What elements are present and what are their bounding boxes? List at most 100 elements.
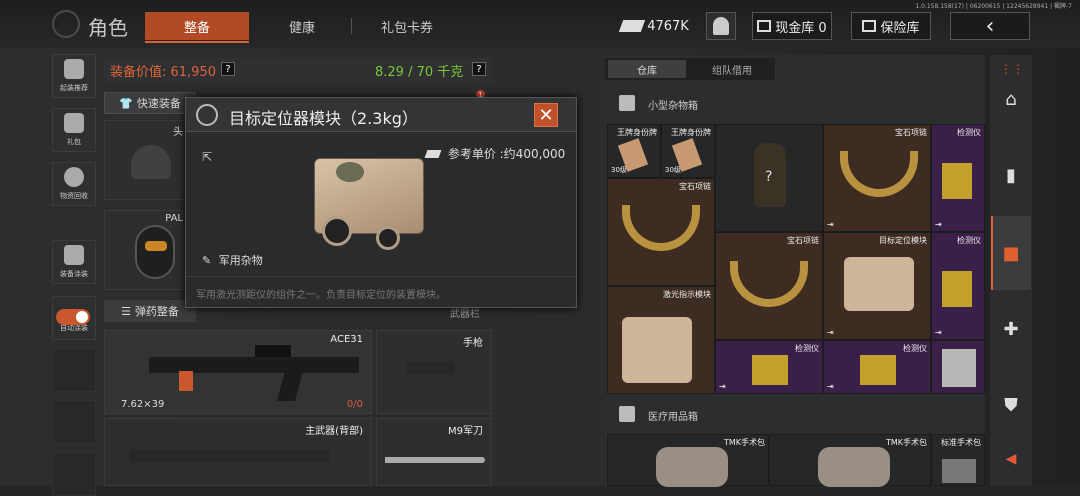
knife-icon <box>385 457 485 463</box>
surgery-kit-icon <box>818 447 890 487</box>
box-icon[interactable]: ■ <box>996 238 1026 268</box>
storage-item[interactable]: 宝石项链 ⇥ <box>823 124 931 232</box>
module-lens <box>322 216 352 246</box>
medkit-icon[interactable]: ✚ <box>996 314 1026 344</box>
share-icon[interactable]: ⇱ <box>202 150 212 164</box>
tab-equip[interactable]: 整备 <box>145 12 249 43</box>
storage-item-unknown[interactable]: ? <box>715 124 823 232</box>
exit-icon: ⇥ <box>827 220 834 229</box>
storage-item[interactable] <box>931 340 985 394</box>
detector-icon <box>942 271 972 307</box>
storage-item[interactable]: 宝石项链 <box>607 178 715 286</box>
back-icon: ‹ <box>985 13 995 39</box>
tab-gift[interactable]: 礼包卡券 <box>352 12 462 40</box>
avatar-button[interactable] <box>706 12 736 40</box>
weapon-ammo-count: 0/0 <box>346 399 363 410</box>
tab-health[interactable]: 健康 <box>255 12 349 40</box>
gas-mask-label: PAL <box>165 213 183 224</box>
storage-item[interactable]: 检测仪 ⇥ <box>931 124 985 232</box>
exit-icon: ⇥ <box>827 382 834 391</box>
tab-team-borrow[interactable]: 组队借用 <box>690 60 774 78</box>
section-title: 小型杂物箱 <box>648 101 698 112</box>
item-name: TMK手术包 <box>885 438 927 447</box>
quick-equip-label: 快速装备 <box>136 97 181 110</box>
globe-icon <box>52 10 80 38</box>
tab-warehouse[interactable]: 仓库 <box>608 60 686 78</box>
magazine-icon[interactable]: ▮ <box>996 160 1026 190</box>
pistol-icon <box>407 361 455 375</box>
rifle-magazine <box>179 371 193 391</box>
exit-icon: ⇥ <box>935 328 942 337</box>
quick-equip-button[interactable]: 👕 快速装备 <box>104 92 196 114</box>
detector-icon <box>942 163 972 199</box>
cash-vault-button[interactable]: 现金库 0 <box>752 12 832 40</box>
unknown-icon: ? <box>765 169 773 185</box>
gift-label: 礼包 <box>67 138 81 146</box>
safe-label: 保险库 <box>880 20 920 36</box>
back-weapon-slot[interactable]: 主武器(背部) <box>104 418 372 486</box>
necklace-icon <box>840 151 918 197</box>
knife-label: M9军刀 <box>448 426 483 437</box>
loadout-label: 起装推荐 <box>60 84 88 92</box>
close-button[interactable]: ✕ <box>534 103 558 127</box>
storage-item[interactable]: 检测仪 ⇥ <box>931 232 985 340</box>
home-icon[interactable]: ⌂ <box>996 84 1026 114</box>
filter-icon[interactable]: ⋮⋮ <box>1000 62 1024 76</box>
ammo-loadout-button[interactable]: ☰ 弹药整备 <box>104 300 196 322</box>
value-help-icon[interactable]: ? <box>221 62 235 76</box>
gas-mask-slot[interactable]: PAL <box>104 210 188 290</box>
helmet-slot-label: 头 <box>173 127 183 138</box>
item-name: 标准手术包 <box>941 438 981 447</box>
item-category: ✎ 军用杂物 <box>202 252 263 268</box>
knife-slot[interactable]: M9军刀 <box>376 418 492 486</box>
version-text: 1.0.158.158(17) | 06200615 | 12245628941… <box>915 3 1072 10</box>
auto-paint-toggle[interactable] <box>56 309 90 325</box>
storage-item[interactable]: 宝石项链 <box>715 232 823 340</box>
item-name: 宝石项链 <box>895 128 927 137</box>
empty-sidebar-slot <box>52 348 96 392</box>
weight-help-icon[interactable]: ? <box>472 62 486 76</box>
back-button[interactable]: ‹ <box>950 12 1030 40</box>
primary-weapon-slot[interactable]: ACE31 7.62×39 0/0 <box>104 330 372 414</box>
recycle-icon <box>64 167 84 187</box>
storage-item[interactable]: TMK手术包 <box>607 434 769 487</box>
recycle-label: 物资回收 <box>60 192 88 200</box>
pistol-slot[interactable]: 手枪 <box>376 330 492 414</box>
gift-button[interactable]: 礼包 <box>52 108 96 152</box>
rifle-scope <box>255 345 291 357</box>
storage-item[interactable]: 激光指示模块 <box>607 286 715 394</box>
recycle-button[interactable]: 物资回收 <box>52 162 96 206</box>
storage-item[interactable]: TMK手术包 <box>769 434 931 487</box>
storage-item[interactable]: 王牌身份牌 30级 <box>661 124 715 178</box>
storage-item[interactable]: 王牌身份牌 30级 <box>607 124 661 178</box>
armor-icon[interactable]: ⛊ <box>996 390 1026 420</box>
item-name: 宝石项链 <box>679 182 711 191</box>
target-locator-icon <box>844 257 914 311</box>
necklace-icon <box>730 261 808 307</box>
chip-icon <box>942 349 976 387</box>
storage-item[interactable]: 标准手术包 <box>931 434 985 486</box>
gas-mask-visor <box>145 241 167 251</box>
item-name: 检测仪 <box>903 344 927 353</box>
paint-icon <box>64 245 84 265</box>
vault-icon <box>757 20 772 32</box>
cash-vault-label: 现金库 0 <box>775 20 827 36</box>
paint-button[interactable]: 装备涂装 <box>52 240 96 284</box>
collapse-icon[interactable]: ◀ <box>996 444 1026 474</box>
helmet-slot[interactable]: 头 <box>104 120 188 200</box>
storage-item[interactable]: 检测仪 ⇥ <box>715 340 823 394</box>
item-name: 激光指示模块 <box>663 290 711 299</box>
loadout-recommend-button[interactable]: 起装推荐 <box>52 54 96 98</box>
storage-item[interactable]: 目标定位模块 ⇥ <box>823 232 931 340</box>
coin-balance: 4767K <box>618 12 692 40</box>
shirt-icon: 👕 <box>119 96 133 110</box>
item-name: 检测仪 <box>957 236 981 245</box>
helmet-icon <box>131 145 171 179</box>
storage-item[interactable]: 检测仪 ⇥ <box>823 340 931 394</box>
surgery-kit-icon <box>942 459 976 483</box>
item-name: 检测仪 <box>957 128 981 137</box>
safe-button[interactable]: 保险库 <box>851 12 931 40</box>
cash-icon <box>619 20 646 32</box>
reference-price: 参考单价 :约400,000 <box>424 145 565 162</box>
category-icon: ✎ <box>202 254 212 267</box>
